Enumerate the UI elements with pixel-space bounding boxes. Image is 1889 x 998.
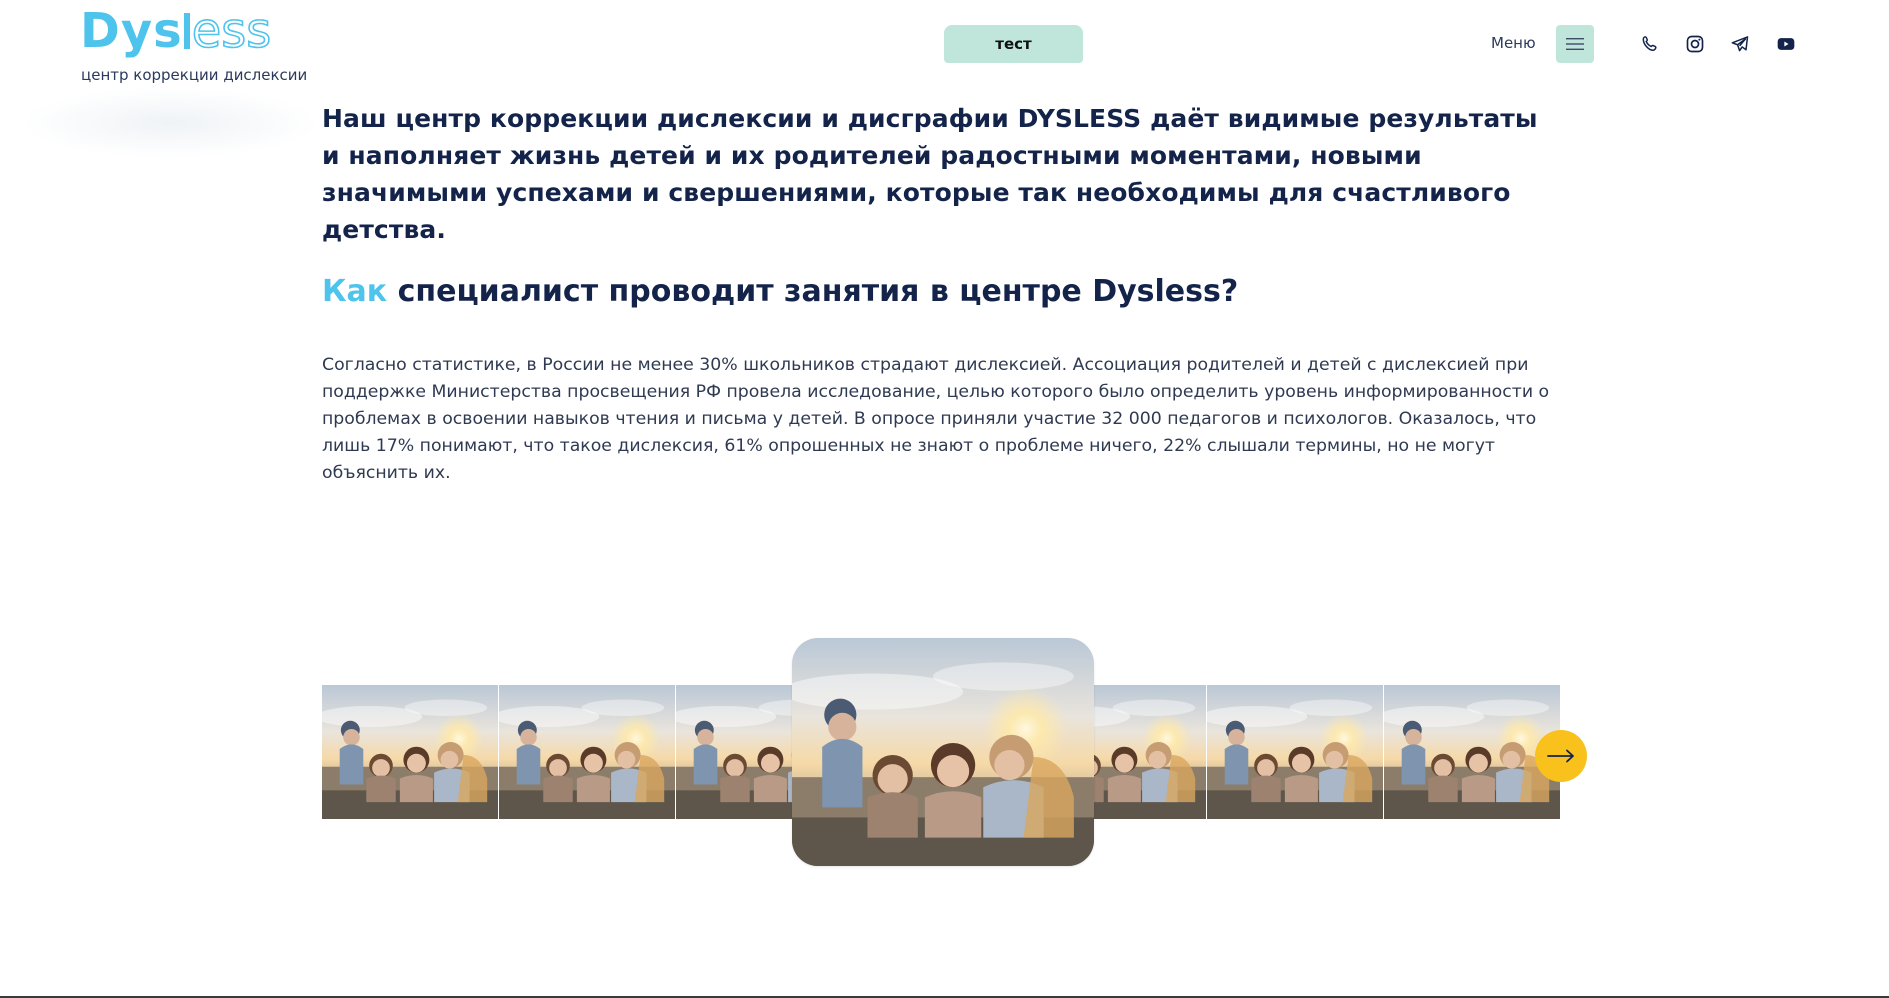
telegram-link[interactable] [1728,32,1752,56]
logo-text-outline: ess [191,3,272,59]
arrow-right-icon [1547,749,1574,763]
youtube-icon [1777,38,1795,50]
heading-accent: Как [322,274,388,309]
instagram-link[interactable] [1683,32,1707,56]
photo-image [1207,685,1384,819]
instagram-icon [1686,35,1704,53]
carousel-thumbnail[interactable] [322,685,499,819]
logo-bar [183,13,190,49]
phone-icon [1642,36,1657,52]
test-button[interactable]: тест [944,25,1083,63]
decorative-shadow [20,88,320,158]
carousel-thumbnail[interactable] [499,685,676,819]
intro-text: Наш центр коррекции дислексии и дисграфи… [322,104,1538,244]
menu-button[interactable] [1556,25,1594,63]
photo-image [792,638,1094,866]
phone-link[interactable] [1638,32,1662,56]
carousel-next-button[interactable] [1535,730,1587,782]
hamburger-icon [1566,38,1584,50]
carousel-thumbnail[interactable] [1207,685,1384,819]
logo-text-solid: Dys [80,3,183,59]
youtube-link[interactable] [1774,32,1798,56]
menu-label[interactable]: Меню [1491,34,1536,52]
photo-carousel [322,636,1563,866]
statistics-paragraph: Согласно статистике, в России не менее 3… [322,355,1550,483]
carousel-featured-photo[interactable] [792,638,1094,866]
telegram-icon [1731,36,1749,52]
logo[interactable]: Dys ess [80,3,272,59]
heading-rest: специалист проводит занятия в центре Dys… [387,274,1239,309]
section-heading: Как специалист проводит занятия в центре… [322,272,1238,312]
logo-tagline: центр коррекции дислексии [81,66,308,84]
photo-image [499,685,676,819]
photo-image [322,685,499,819]
